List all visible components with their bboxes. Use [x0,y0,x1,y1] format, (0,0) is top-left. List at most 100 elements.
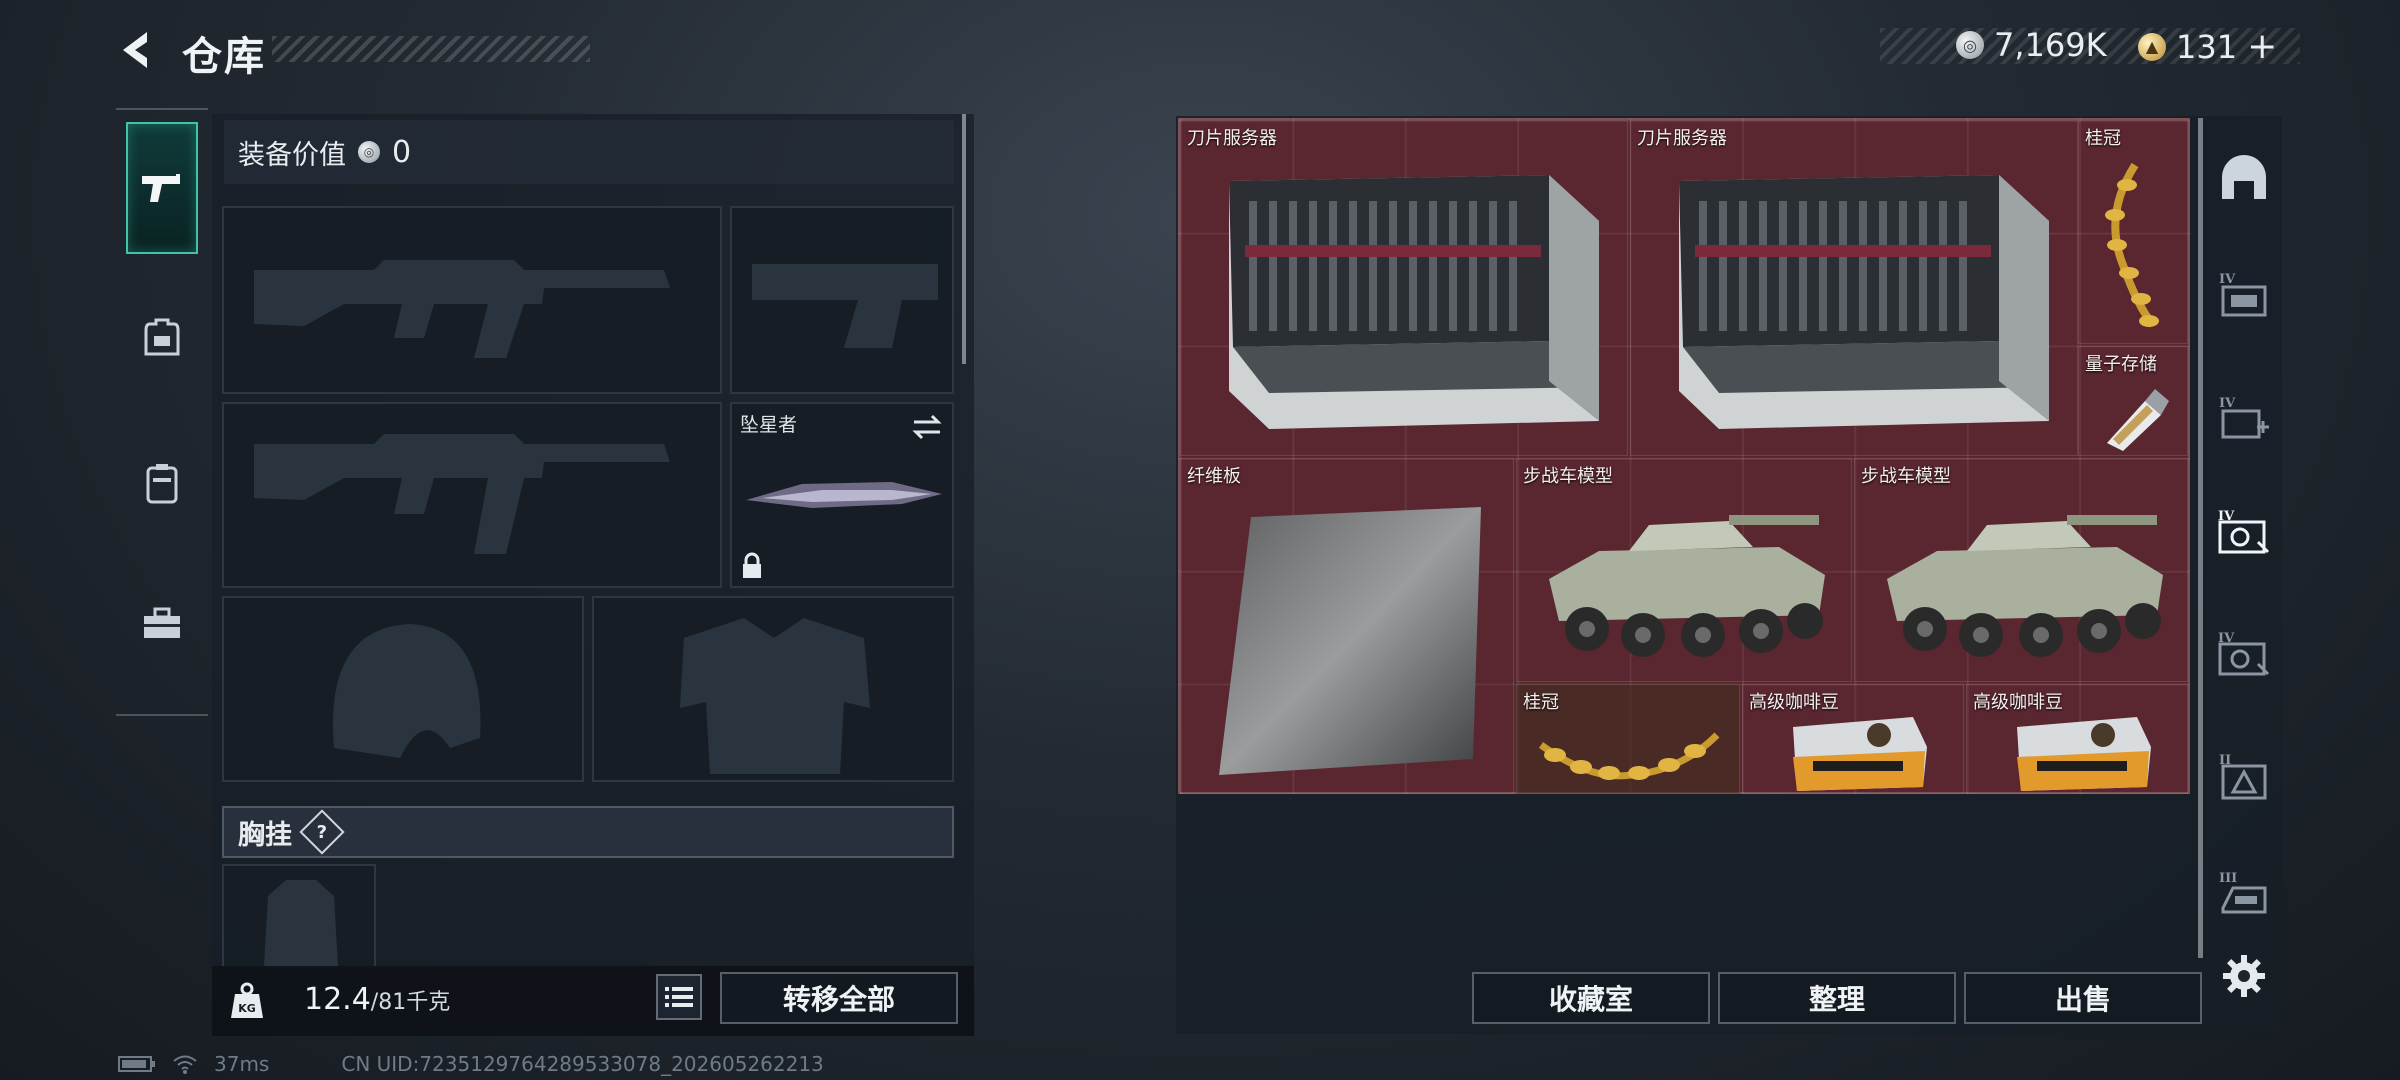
storage-item-quantum-storage[interactable]: 量子存储 [2078,346,2188,456]
gear-icon [2223,955,2265,997]
right-rail-case-3-selected[interactable]: IV [2212,500,2276,564]
coffee-beans-icon [1793,717,1927,791]
item-name: 纤维板 [1187,466,1241,487]
svg-text:III: III [2219,871,2237,886]
right-rail-case-5[interactable]: II [2212,744,2276,808]
sell-button[interactable]: 出售 [1964,972,2202,1024]
tab-weapons[interactable] [126,122,198,254]
right-rail-case-2[interactable]: IV [2212,386,2276,450]
primary-weapon-slot-2[interactable] [222,402,722,588]
right-rail-main-storage[interactable] [2212,146,2276,210]
category-rail [116,108,208,716]
item-name: 量子存储 [2085,354,2157,375]
arch-icon [2222,155,2266,199]
storage-item-fiber-board[interactable]: 纤维板 [1180,458,1514,794]
coffee-beans-icon [2017,717,2151,791]
lock-icon [743,552,761,578]
ifv-model-icon [1549,515,1825,657]
gold-currency[interactable]: ▲ 131 + [2138,26,2277,67]
equipment-value: 0 [392,134,412,170]
help-button[interactable]: ? [299,809,345,855]
svg-text:IV: IV [2219,396,2236,411]
blade-server-icon [1679,175,2049,429]
silver-amount: 7,169K [1994,26,2107,64]
equipment-value-row: 装备价值 ◎ 0 [224,120,954,184]
kg-weight-icon: KG [231,982,263,1018]
blade-server-icon [1229,175,1599,429]
storage-item-coffee-beans-2[interactable]: 高级咖啡豆 [1966,684,2188,794]
melee-weapon-name: 坠星者 [740,414,798,436]
title-decoration [272,36,590,62]
fiber-board-icon [1219,507,1481,775]
toolbox-icon [144,607,180,638]
storage-item-coffee-beans-1[interactable]: 高级咖啡豆 [1742,684,1964,794]
tier-2-warning-case-icon: II [2219,753,2267,800]
laurel-crown-icon [2105,162,2159,328]
tab-locker[interactable] [126,418,198,550]
handgun-icon [752,264,938,348]
melee-weapon-slot[interactable]: 坠星者 [730,402,954,588]
silver-coin-icon: ◎ [358,141,380,163]
item-name: 步战车模型 [1523,466,1613,487]
svg-text:KG: KG [238,1002,256,1015]
tab-backpack[interactable] [126,270,198,402]
silver-coin-icon: ◎ [1956,31,1984,59]
assault-rifle-icon [254,260,670,358]
storage-item-blade-server-2[interactable]: 刀片服务器 [1630,120,2078,456]
storage-item-blade-server-1[interactable]: 刀片服务器 [1180,120,1628,456]
right-rail-case-6[interactable]: III [2212,862,2276,926]
collection-room-button[interactable]: 收藏室 [1472,972,1710,1024]
status-bar: 37ms CN UID:7235129764289533078_20260526… [118,1052,824,1076]
storage-item-ifv-model-2[interactable]: 步战车模型 [1854,458,2188,682]
settings-button[interactable] [2212,944,2276,1008]
storage-scrollbar[interactable] [2198,118,2203,958]
ifv-model-icon [1887,515,2163,657]
back-button[interactable] [110,22,160,78]
item-name: 步战车模型 [1861,466,1951,487]
item-name: 桂冠 [2085,128,2121,149]
list-view-button[interactable] [656,974,702,1020]
wifi-icon [173,1055,197,1074]
locker-icon [146,464,178,504]
tier-4-camera-case-icon: IV [2218,631,2270,676]
chest-rig-header: 胸挂 ? [222,806,954,858]
tier-4-camera-case-icon: IV [2218,509,2270,554]
right-rail-case-1[interactable]: IV [2212,262,2276,326]
storage-item-laurel-crown-2[interactable]: 桂冠 [1516,684,1740,794]
item-name: 刀片服务器 [1637,128,1727,149]
item-name: 桂冠 [1523,692,1559,713]
assault-rifle-icon [254,434,670,554]
helmet-slot[interactable] [222,596,584,782]
equipment-scrollbar[interactable] [962,114,966,364]
backpack-icon [144,318,180,356]
storage-item-laurel-crown-1[interactable]: 桂冠 [2078,120,2188,344]
body-armor-slot[interactable] [592,596,954,782]
weight-icon-box: KG [218,972,276,1030]
tier-4-medkit-case-icon: IV [2219,396,2269,439]
storage-item-ifv-model-1[interactable]: 步战车模型 [1516,458,1852,682]
transfer-all-button[interactable]: 转移全部 [720,972,958,1024]
weight-readout: 12.4/81千克 [304,982,450,1017]
back-arrow-icon [123,32,147,68]
add-currency-button[interactable]: + [2247,26,2277,67]
secondary-weapon-slot[interactable] [730,206,954,394]
tier-4-case-icon: IV [2219,272,2267,317]
chest-rig-icon [264,880,338,966]
right-rail-case-4[interactable]: IV [2212,622,2276,686]
equipment-value-label: 装备价值 [238,139,346,171]
ping-text: 37ms [214,1052,270,1076]
tab-toolbox[interactable] [126,558,198,690]
knife-icon [746,482,942,508]
weight-max: /81千克 [370,990,451,1015]
uid-text: CN UID:7235129764289533078_202605262213 [341,1052,824,1076]
chest-rig-slot[interactable] [222,864,376,968]
laurel-crown-icon [1538,732,1720,780]
sort-button[interactable]: 整理 [1718,972,1956,1024]
usb-drive-icon [2107,389,2169,451]
primary-weapon-slot-1[interactable] [222,206,722,394]
item-name: 高级咖啡豆 [1749,692,1839,713]
pistol-icon [142,174,180,202]
chest-rig-label: 胸挂 [238,819,292,851]
swap-icon[interactable] [910,412,944,442]
item-name: 高级咖啡豆 [1973,692,2063,713]
